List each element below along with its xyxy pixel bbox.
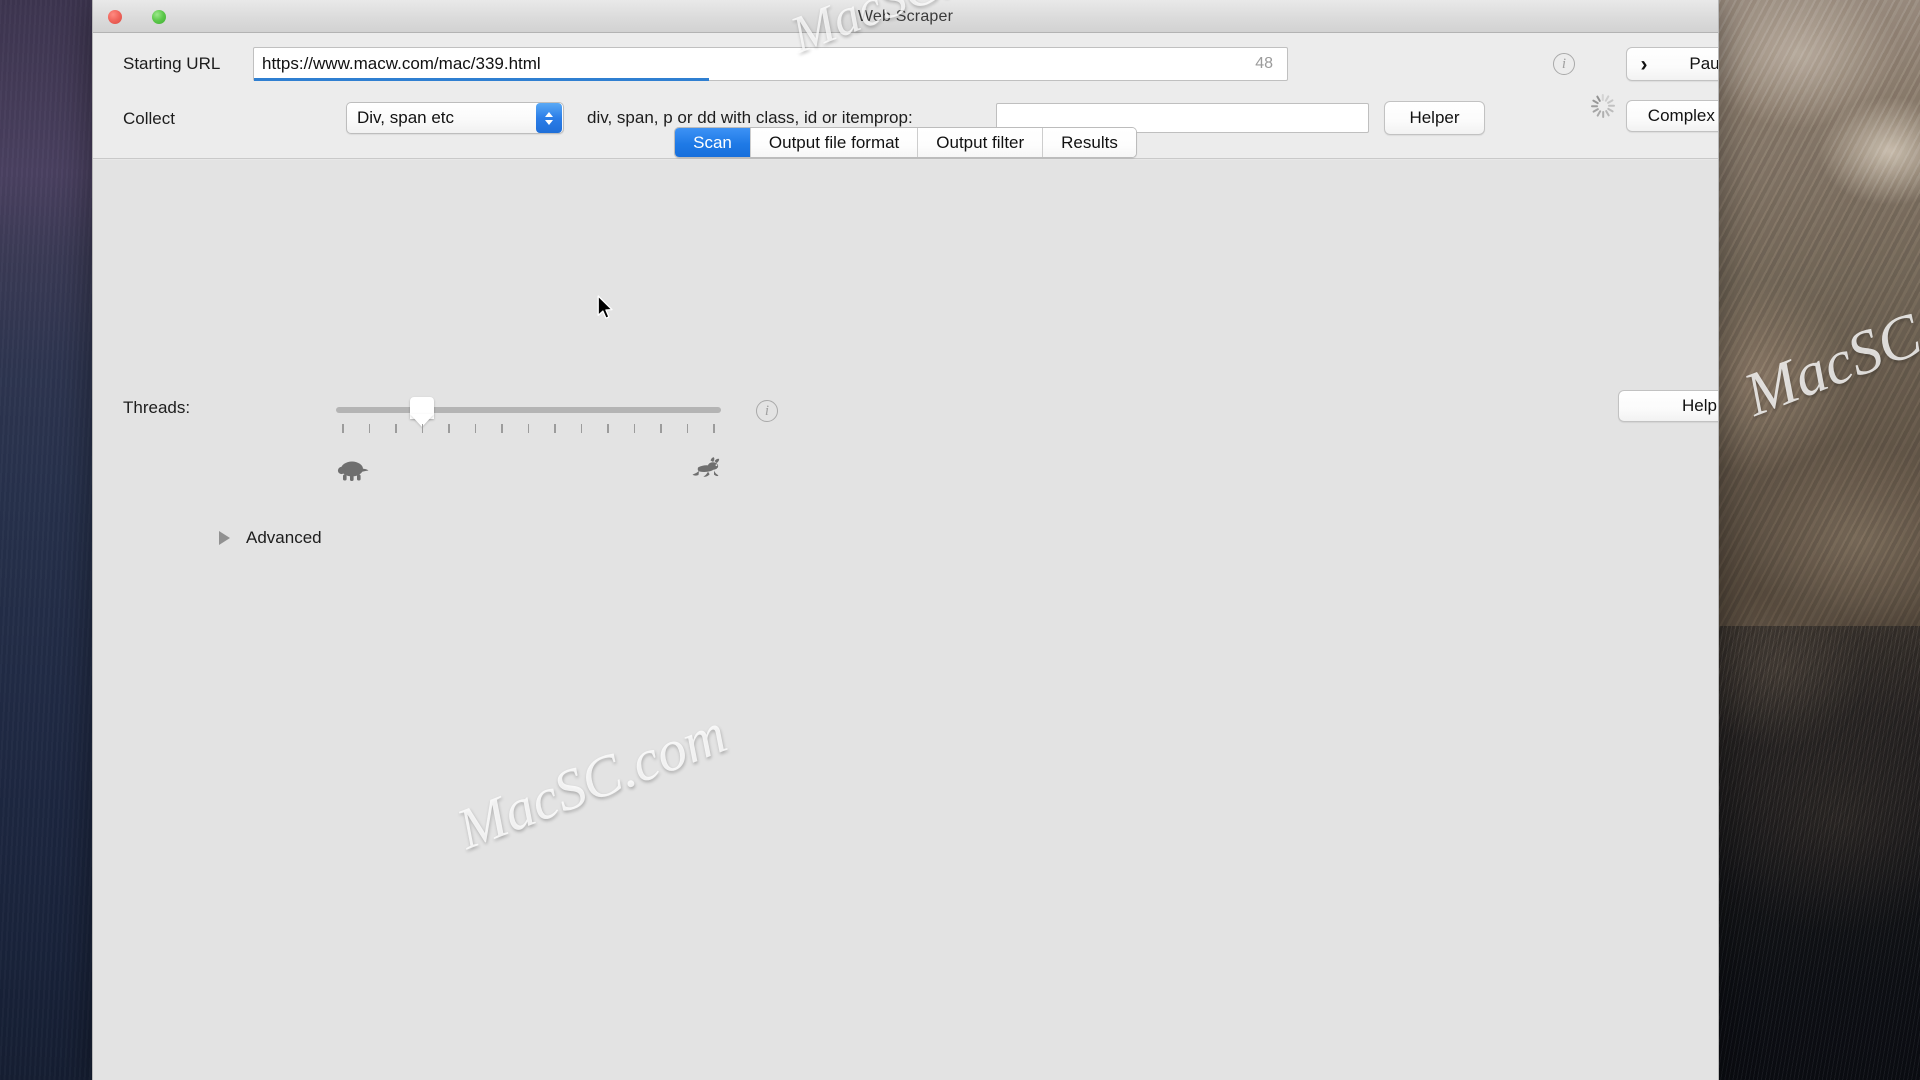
- triangle-right-icon[interactable]: [219, 531, 230, 545]
- starting-url-label: Starting URL: [123, 54, 221, 73]
- info-icon[interactable]: i: [1553, 53, 1575, 75]
- tab-bar: Scan Output file format Output filter Resul…: [93, 127, 1718, 158]
- title-bar: Web Scraper: [93, 0, 1718, 33]
- url-count-value: 48: [1255, 55, 1273, 72]
- window-title: Web Scraper: [857, 8, 954, 25]
- tab-scan[interactable]: Scan: [675, 128, 751, 157]
- pause-button[interactable]: › Pause: [1626, 47, 1719, 81]
- slider-thumb[interactable]: [409, 397, 434, 419]
- turtle-icon: [336, 460, 370, 487]
- slider-track[interactable]: [336, 407, 721, 413]
- tab-output-filter[interactable]: Output filter: [918, 128, 1044, 157]
- advanced-disclosure[interactable]: Advanced: [219, 528, 322, 548]
- starting-url-value: https://www.macw.com/mac/339.html: [262, 54, 541, 73]
- scan-panel: Threads: i Advanced Help MacSC.com: [93, 160, 1718, 1080]
- help-button[interactable]: Help: [1618, 390, 1718, 422]
- pause-button-label: Pause: [1689, 54, 1719, 73]
- mouse-pointer-icon: [597, 295, 615, 321]
- threads-label: Threads:: [123, 398, 191, 417]
- chevron-right-icon: ›: [1640, 52, 1648, 76]
- watermark-center: MacSC.com: [448, 699, 735, 862]
- tab-output-file-format[interactable]: Output file format: [750, 128, 919, 157]
- wallpaper-left: [0, 0, 95, 1080]
- starting-url-input[interactable]: https://www.macw.com/mac/339.html 48: [253, 47, 1288, 81]
- rabbit-icon: [690, 457, 724, 486]
- info-icon[interactable]: i: [756, 400, 778, 422]
- tab-results[interactable]: Results: [1043, 128, 1136, 157]
- app-window: Web Scraper Starting URL https://www.mac…: [92, 0, 1719, 1080]
- scan-progress-bar: [254, 78, 710, 81]
- tab-group: Scan Output file format Output filter Resul…: [674, 127, 1137, 158]
- slider-tick-marks: [336, 424, 721, 433]
- wallpaper-right: [1719, 0, 1920, 1080]
- collect-type-value: Div, span etc: [357, 108, 455, 127]
- starting-url-row: Starting URL https://www.macw.com/mac/33…: [93, 47, 1719, 118]
- threads-slider[interactable]: [336, 397, 721, 433]
- advanced-label: Advanced: [246, 528, 322, 547]
